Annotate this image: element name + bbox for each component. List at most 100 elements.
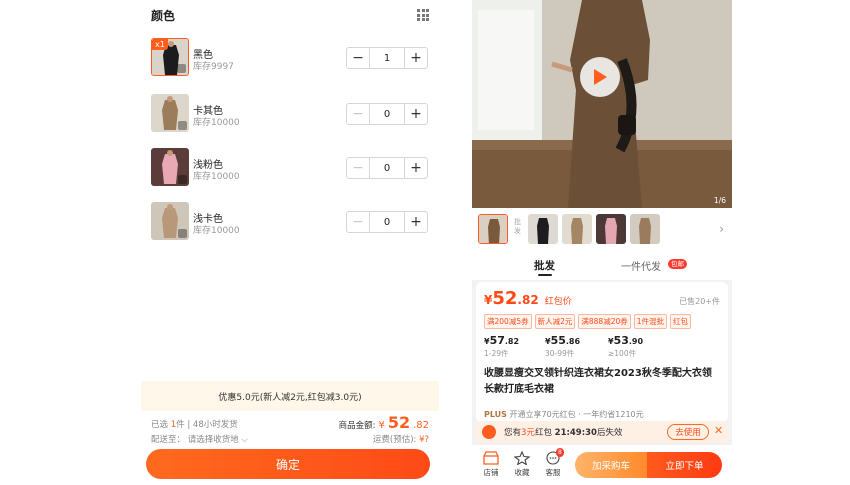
product-hero-image[interactable]: 1/6 xyxy=(472,0,732,208)
tier-range: 1-29件 xyxy=(484,349,509,358)
quantity-input[interactable]: 0 xyxy=(369,212,405,232)
tier-range: 30-99件 xyxy=(545,349,575,358)
customer-service-button[interactable]: 8 客服 xyxy=(538,448,568,478)
zoom-icon[interactable] xyxy=(178,229,187,238)
plus-text: 开通立享70元红包 · 一年约省1210元 xyxy=(509,410,644,419)
sku-row-khaki: 卡其色 库存10000 − 0 + xyxy=(151,94,431,134)
sku-qty-badge: x1 xyxy=(152,39,168,50)
quantity-stepper: − 0 + xyxy=(346,157,428,179)
thumbnail-4[interactable] xyxy=(596,214,626,244)
sku-row-light-khaki: 浅卡色 库存10000 − 0 + xyxy=(151,202,431,242)
fav-label: 收藏 xyxy=(514,468,530,477)
chevron-right-icon[interactable]: › xyxy=(719,222,724,236)
shipping-label: 运费(预估): xyxy=(372,435,417,445)
zoom-icon[interactable] xyxy=(178,175,187,184)
store-button[interactable]: 店铺 xyxy=(476,451,506,478)
rp-amount: 3元 xyxy=(521,428,535,438)
buy-now-button[interactable]: 立即下单 xyxy=(647,452,722,478)
price-currency: ¥ xyxy=(484,293,493,307)
thumbnail-2[interactable] xyxy=(528,214,558,244)
rp-mid: 红包 xyxy=(534,428,552,438)
coupon-list[interactable]: 满200减5券 新人减2元 满888减20券 1件混批 红包 xyxy=(484,314,692,329)
total-dec: .82 xyxy=(413,420,429,431)
increment-button[interactable]: + xyxy=(405,48,427,68)
selected-info: 已选 1件 | 48小时发货 xyxy=(151,418,238,430)
plus-membership-row[interactable]: PLUS 开通立享70元红包 · 一年约省1210元 xyxy=(484,409,644,420)
thumbnail-photo xyxy=(562,214,592,244)
favorite-button[interactable]: 收藏 xyxy=(507,451,537,478)
shipping-estimate: 运费(预估): ¥? xyxy=(373,433,429,445)
decrement-button[interactable]: − xyxy=(347,104,369,124)
sku-thumb-black[interactable]: x1 xyxy=(151,38,189,76)
tier-int: 55 xyxy=(550,334,566,347)
increment-button[interactable]: + xyxy=(405,104,427,124)
price-dec: .82 xyxy=(517,293,539,307)
close-icon[interactable]: ✕ xyxy=(714,424,723,437)
tier-dec: .90 xyxy=(628,337,644,346)
plus-brand: PLUS xyxy=(484,410,507,419)
sku-stock: 库存10000 xyxy=(193,226,240,236)
tab-dropship[interactable]: 一件代发 xyxy=(621,258,661,273)
coupon-tag[interactable]: 新人减2元 xyxy=(534,314,576,329)
red-packet-banner: 您有3元红包 21:49:30后失效 去使用 ✕ xyxy=(476,421,728,443)
decrement-button[interactable]: − xyxy=(347,48,369,68)
zoom-icon[interactable] xyxy=(178,121,187,130)
increment-button[interactable]: + xyxy=(405,212,427,232)
quantity-input[interactable]: 1 xyxy=(369,48,405,68)
active-tab-indicator xyxy=(538,274,552,276)
thumbnail-5[interactable] xyxy=(630,214,660,244)
color-title: 颜色 xyxy=(151,8,176,23)
tab-wholesale[interactable]: 批发 xyxy=(534,258,555,273)
decrement-button[interactable]: − xyxy=(347,212,369,232)
coupon-tag[interactable]: 红包 xyxy=(670,314,692,329)
sku-thumb-light-pink[interactable] xyxy=(151,148,189,186)
red-packet-icon xyxy=(482,425,496,439)
sku-thumb-khaki[interactable] xyxy=(151,94,189,132)
quantity-input[interactable]: 0 xyxy=(369,104,405,124)
price-tier: ¥57.82 1-29件 xyxy=(484,334,519,359)
free-shipping-badge: 包邮 xyxy=(668,259,687,269)
sku-stock: 库存10000 xyxy=(193,172,240,182)
product-info-card: ¥52.82 红包价 已售20+件 满200减5券 新人减2元 满888减20券… xyxy=(476,282,728,422)
thumbnail-3[interactable] xyxy=(562,214,592,244)
coupon-tag[interactable]: 1件混批 xyxy=(633,314,668,329)
add-to-cart-button[interactable]: 加采购车 xyxy=(575,452,647,478)
price-tier: ¥55.86 30-99件 xyxy=(545,334,580,359)
sku-panel: 颜色 x1 黑色 库存9997 − 1 + 卡其色 库存10000 − 0 + … xyxy=(141,0,439,485)
use-red-packet-button[interactable]: 去使用 xyxy=(667,424,709,440)
order-summary: 已选 1件 | 48小时发货 配送至： 请选择收货地 ⌵ 商品金额: ¥52.8… xyxy=(141,411,439,449)
bottom-action-bar: 店铺 收藏 8 客服 加采购车 立即下单 xyxy=(472,445,732,485)
price-tier: ¥53.90 ≥100件 xyxy=(608,334,643,359)
total-label: 商品金额: xyxy=(338,421,376,431)
thumbnail-1[interactable] xyxy=(478,214,508,244)
coupon-tag[interactable]: 满888减20券 xyxy=(578,314,631,329)
quantity-stepper: − 0 + xyxy=(346,211,428,233)
quantity-input[interactable]: 0 xyxy=(369,158,405,178)
coupon-tag[interactable]: 满200减5券 xyxy=(484,314,532,329)
red-packet-text: 您有3元红包 21:49:30后失效 xyxy=(504,426,622,438)
rp-countdown: 21:49:30 xyxy=(554,428,597,438)
confirm-button[interactable]: 确定 xyxy=(146,449,430,479)
zoom-icon[interactable] xyxy=(177,64,186,73)
thumbnail-photo xyxy=(630,214,660,244)
sku-header: 颜色 xyxy=(141,0,439,30)
selected-suffix: 件 | 48小时发货 xyxy=(176,420,238,430)
strip-label: 批发 xyxy=(514,218,521,235)
play-video-button[interactable] xyxy=(580,57,620,97)
quantity-stepper: − 1 + xyxy=(346,47,428,69)
grid-view-icon[interactable] xyxy=(417,9,429,21)
store-label: 店铺 xyxy=(483,468,499,477)
thumbnail-strip: 批发 › xyxy=(472,208,732,250)
selected-prefix: 已选 xyxy=(151,420,169,430)
quantity-stepper: − 0 + xyxy=(346,103,428,125)
sku-thumb-light-khaki[interactable] xyxy=(151,202,189,240)
decrement-button[interactable]: − xyxy=(347,158,369,178)
total-amount: 商品金额: ¥52.82 xyxy=(339,413,429,432)
total-currency: ¥ xyxy=(378,420,385,431)
model-photo xyxy=(472,0,732,208)
service-badge: 8 xyxy=(556,448,564,457)
sold-count: 已售20+件 xyxy=(679,297,720,306)
ship-to-selector[interactable]: 配送至： 请选择收货地 ⌵ xyxy=(151,433,248,445)
increment-button[interactable]: + xyxy=(405,158,427,178)
service-label: 客服 xyxy=(545,468,561,477)
